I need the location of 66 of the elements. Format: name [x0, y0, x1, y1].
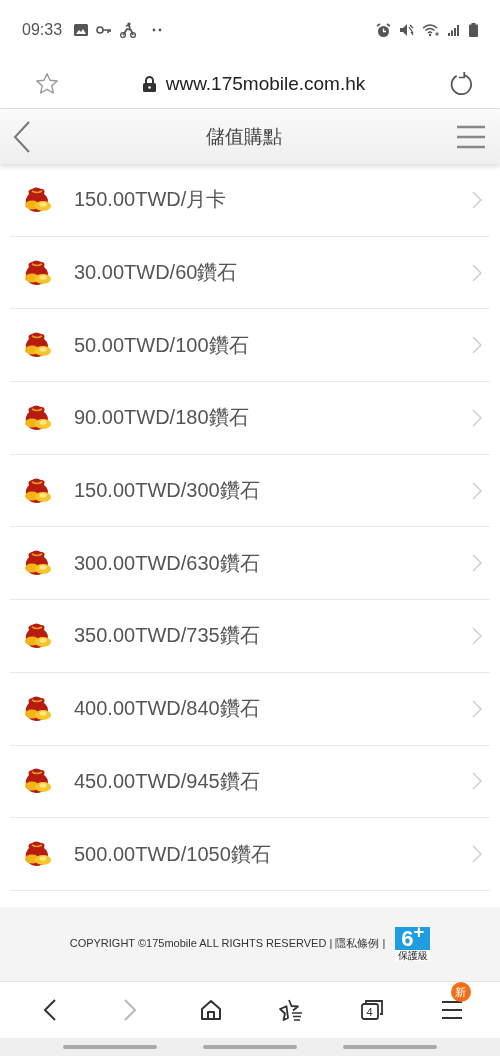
chevron-right-icon — [472, 190, 482, 209]
new-badge: 新 — [450, 981, 471, 1002]
gesture-handle[interactable] — [63, 1044, 157, 1049]
signal-icon — [448, 24, 461, 36]
image-icon — [74, 24, 89, 36]
tabs-button[interactable]: 4 — [349, 981, 394, 1038]
product-item[interactable]: 350.00TWD/735鑽石 — [10, 600, 490, 673]
chevron-right-icon — [472, 408, 482, 427]
gesture-handle[interactable] — [343, 1044, 437, 1049]
chevron-right-icon — [472, 699, 482, 718]
product-label: 300.00TWD/630鑽石 — [74, 550, 261, 576]
more-notifications-icon — [152, 28, 163, 32]
product-label: 150.00TWD/300鑽石 — [74, 478, 261, 504]
money-bag-icon — [23, 549, 53, 578]
lock-icon — [142, 76, 156, 92]
chevron-right-icon — [472, 263, 482, 282]
page-title: 儲值購點 — [206, 124, 282, 149]
product-item[interactable]: 150.00TWD/300鑽石 — [10, 454, 490, 528]
product-item[interactable]: 300.00TWD/630鑽石 — [10, 527, 490, 601]
product-item[interactable]: 50.00TWD/100鑽石 — [10, 309, 490, 383]
url-text[interactable]: www.175mobile.com.hk — [165, 73, 366, 95]
chevron-right-icon — [472, 554, 482, 573]
product-label: 400.00TWD/840鑽石 — [74, 696, 261, 722]
reload-button[interactable] — [448, 71, 474, 97]
copyright-text: COPYRIGHT ©175mobile ALL RIGHTS RESERVED | 隱私條例 | — [69, 936, 386, 952]
money-bag-icon — [23, 185, 53, 214]
product-item[interactable]: 500.00TWD/1050鑽石 — [10, 818, 490, 891]
chevron-right-icon — [472, 772, 482, 791]
tab-count: 4 — [365, 1005, 374, 1018]
bookmark-star-button[interactable] — [34, 71, 60, 97]
money-bag-icon — [23, 476, 53, 505]
money-bag-icon — [23, 258, 53, 287]
mute-icon — [399, 23, 414, 37]
product-label: 150.00TWD/月卡 — [74, 187, 228, 213]
back-button[interactable] — [12, 119, 32, 154]
money-bag-icon — [23, 331, 53, 360]
privacy-link[interactable]: 隱私條例 — [335, 937, 380, 950]
money-bag-icon — [23, 767, 53, 796]
money-bag-icon — [23, 621, 53, 650]
product-label: 90.00TWD/180鑽石 — [74, 405, 250, 431]
chevron-right-icon — [472, 481, 482, 500]
rider-icon — [120, 22, 137, 38]
product-label: 450.00TWD/945鑽石 — [74, 768, 261, 794]
money-bag-icon — [23, 694, 53, 723]
menu-button[interactable] — [456, 124, 486, 149]
chevron-right-icon — [472, 845, 482, 864]
product-label: 350.00TWD/735鑽石 — [74, 623, 261, 649]
key-icon — [96, 26, 113, 34]
product-item[interactable]: 400.00TWD/840鑽石 — [10, 672, 490, 746]
age-rating-badge: 6$^{+}$ 保護級 — [395, 926, 431, 961]
product-item[interactable]: 30.00TWD/60鑽石 — [10, 236, 490, 310]
product-item[interactable]: 150.00TWD/月卡 — [10, 164, 490, 237]
battery-icon — [469, 23, 478, 37]
wifi-icon — [422, 23, 440, 37]
product-item[interactable]: 90.00TWD/180鑽石 — [10, 382, 490, 455]
money-bag-icon — [23, 840, 53, 869]
chevron-right-icon — [472, 626, 482, 645]
gesture-handle[interactable] — [203, 1044, 297, 1049]
product-item[interactable]: 450.00TWD/945鑽石 — [10, 745, 490, 819]
status-time: 09:33 — [22, 21, 63, 39]
money-bag-icon — [23, 403, 53, 432]
product-label: 50.00TWD/100鑽石 — [74, 332, 250, 358]
alarm-icon — [376, 22, 391, 38]
chevron-right-icon — [472, 336, 482, 355]
product-label: 30.00TWD/60鑽石 — [74, 260, 239, 286]
product-label: 500.00TWD/1050鑽石 — [74, 841, 272, 867]
